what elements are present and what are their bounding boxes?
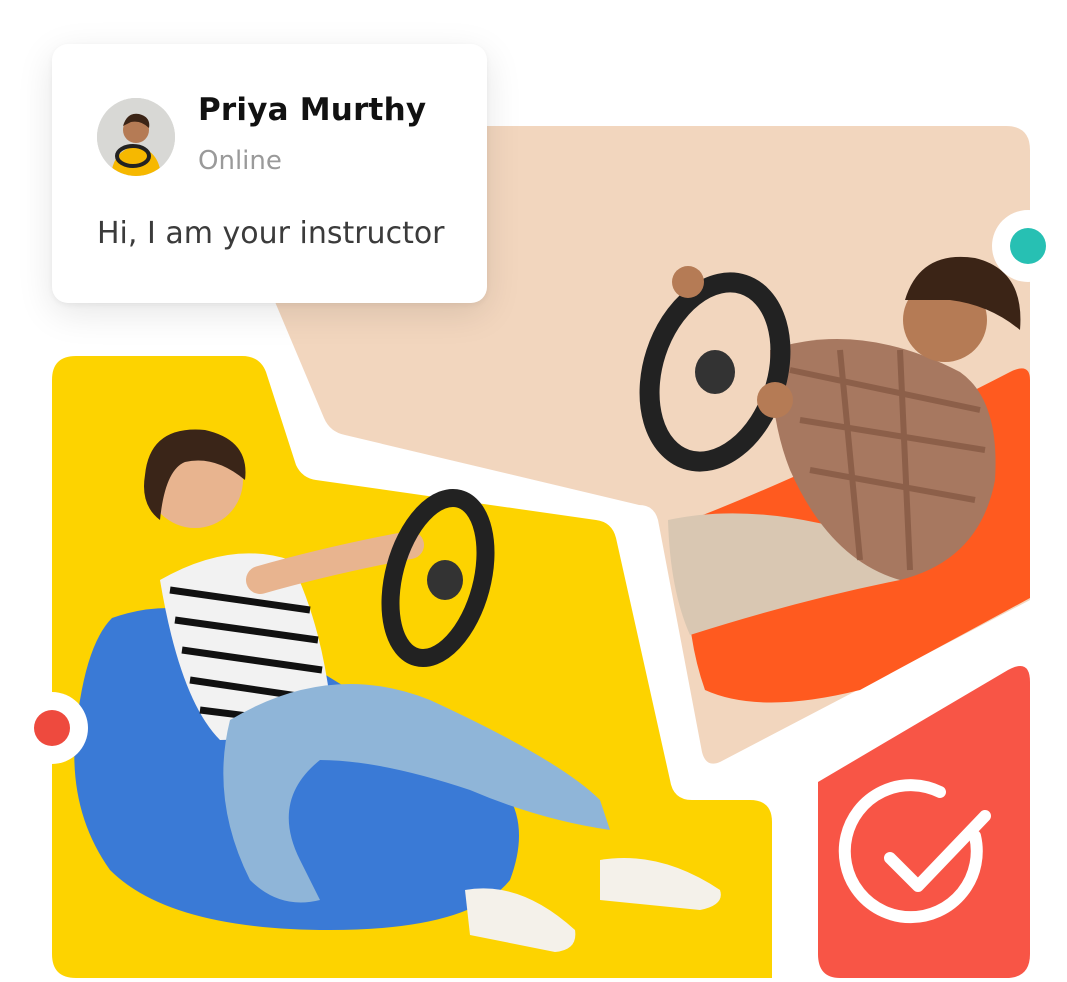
online-status: Online — [198, 146, 282, 176]
avatar-photo-icon — [97, 98, 175, 176]
teal-dot-icon — [992, 210, 1064, 282]
instructor-name: Priya Murthy — [198, 92, 427, 128]
chat-message: Hi, I am your instructor — [97, 216, 445, 251]
instructor-chat-card: Priya Murthy Online Hi, I am your instru… — [52, 44, 487, 303]
red-dot-icon — [16, 692, 88, 764]
